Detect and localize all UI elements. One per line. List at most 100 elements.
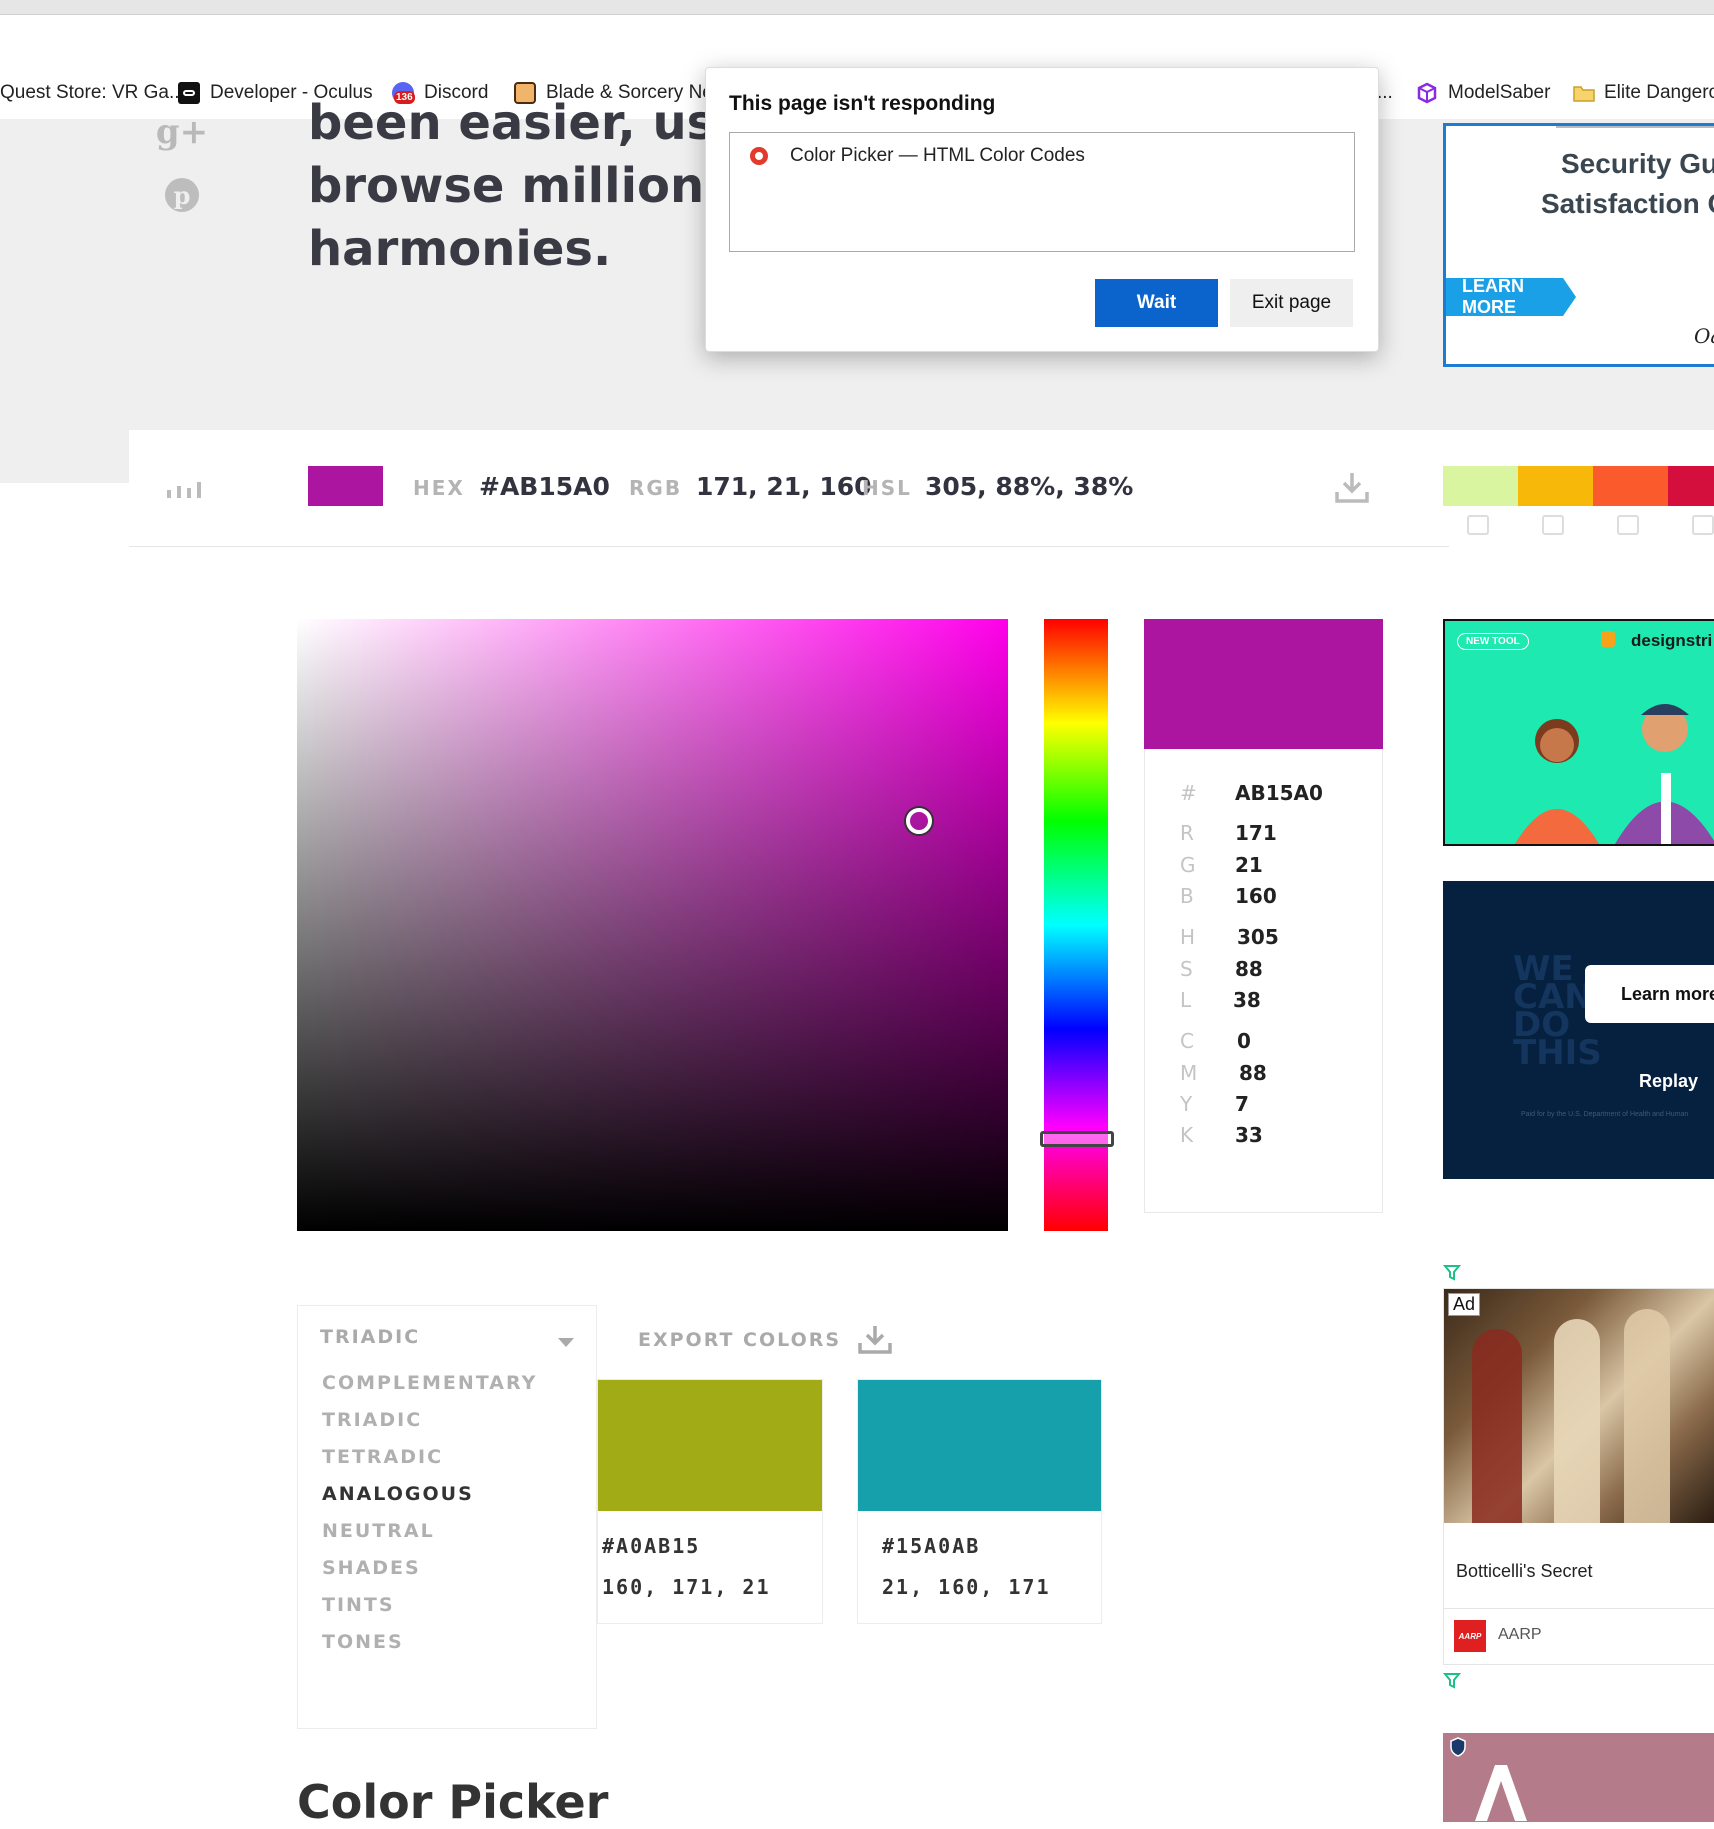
rgb-value[interactable]: 171, 21, 160 — [696, 472, 872, 501]
harmony-option[interactable]: SHADES — [322, 1557, 421, 1579]
page-unresponsive-dialog: This page isn't responding Color Picker … — [705, 67, 1379, 352]
ad-source: AARP — [1498, 1626, 1542, 1643]
color-value-key: L — [1180, 988, 1192, 1012]
color-value-key: G — [1180, 853, 1196, 877]
designstrip-logo-icon — [1601, 631, 1615, 647]
harmony-option[interactable]: TETRADIC — [322, 1446, 443, 1468]
harmony-option[interactable]: TONES — [322, 1631, 404, 1653]
current-color-swatch[interactable] — [308, 466, 383, 506]
lock-icon[interactable] — [1692, 515, 1714, 535]
download-icon[interactable] — [1334, 470, 1370, 504]
color-value-number[interactable]: 88 — [1239, 1061, 1267, 1085]
lock-icon[interactable] — [1542, 515, 1564, 535]
color-value-key: Y — [1180, 1092, 1193, 1116]
ad-headline: Satisfaction Gu — [1541, 188, 1714, 219]
harmony-swatch-rgb: 160, 171, 21 — [602, 1575, 771, 1599]
color-value-row: S 88 — [1145, 957, 1382, 987]
harmony-selected[interactable]: TRIADIC — [320, 1326, 420, 1348]
pinterest-icon[interactable]: p — [162, 175, 202, 215]
ad-we-can-do-this[interactable]: WE CAN DO THIS vaccines Learn more Repla… — [1443, 881, 1714, 1179]
harmony-option[interactable]: ANALOGOUS — [322, 1483, 474, 1505]
color-value-number[interactable]: 33 — [1235, 1123, 1263, 1147]
folder-icon — [1572, 82, 1595, 104]
bookmark-label: ... — [1377, 82, 1393, 103]
palette-color[interactable] — [1443, 466, 1518, 506]
palette-color[interactable] — [1668, 466, 1714, 506]
color-picker-handle[interactable] — [906, 808, 932, 834]
google-plus-icon[interactable]: g+ — [156, 112, 208, 152]
ad-image — [1444, 1289, 1714, 1523]
harmony-option[interactable]: NEUTRAL — [322, 1520, 435, 1542]
ad-botticelli[interactable]: Ad Botticelli's Secret AARP AARP — [1443, 1288, 1714, 1665]
hex-label: HEX — [413, 476, 465, 500]
color-value-key: K — [1180, 1123, 1194, 1147]
color-value-number[interactable]: 88 — [1235, 957, 1263, 981]
harmony-swatch-card[interactable]: #A0AB15 160, 171, 21 — [597, 1379, 823, 1624]
color-value-number[interactable]: 160 — [1235, 884, 1277, 908]
wait-button[interactable]: Wait — [1095, 279, 1218, 327]
svg-text:p: p — [174, 181, 191, 210]
palette-color[interactable] — [1518, 466, 1593, 506]
color-values-panel: # AB15A0 R 171 G 21 B 160 H 305 S 88 L 38 C 0 M 88 Y 7 K 33 — [1144, 749, 1383, 1213]
bookmark-ellipsis[interactable]: ... — [1377, 67, 1393, 119]
harmony-dropdown[interactable]: TRIADIC COMPLEMENTARY TRIADIC TETRADIC ANAL… — [297, 1305, 597, 1729]
palette-strip[interactable] — [1443, 466, 1714, 506]
ad-divider — [1556, 126, 1714, 128]
color-value-row: # AB15A0 — [1145, 781, 1382, 811]
ad-replay-button[interactable]: Replay — [1639, 1071, 1698, 1092]
harmony-swatch-hex: #A0AB15 — [602, 1534, 701, 1558]
color-value-row: C0 — [1145, 1029, 1382, 1059]
unresponsive-page-item[interactable]: Color Picker — HTML Color Codes — [790, 145, 1085, 167]
harmony-swatch[interactable] — [858, 1380, 1101, 1511]
color-value-row: R 171 — [1145, 821, 1382, 851]
browser-tabstrip — [0, 0, 1714, 15]
bookmark-elite-dangerous[interactable]: Elite Dangero — [1572, 67, 1714, 119]
hue-slider-handle[interactable] — [1040, 1131, 1114, 1147]
color-value-key: S — [1180, 957, 1193, 981]
bookmark-modelsaber[interactable]: ModelSaber — [1416, 67, 1550, 119]
color-info-bar: HEX #AB15A0 RGB 171, 21, 160 HSL 305, 88… — [129, 430, 1449, 547]
hsl-value[interactable]: 305, 88%, 38% — [925, 472, 1133, 501]
harmony-option[interactable]: TRIADIC — [322, 1409, 422, 1431]
ad-learn-more-button[interactable]: Learn more — [1585, 965, 1714, 1023]
ad-headline: Security Guar — [1561, 148, 1714, 179]
dialog-title: This page isn't responding — [729, 92, 996, 115]
color-value-row: K 33 — [1145, 1123, 1382, 1153]
saturation-value-area[interactable] — [297, 619, 1008, 1231]
ad-headline: Botticelli's Secret — [1456, 1561, 1593, 1581]
palette-color[interactable] — [1593, 466, 1668, 506]
ad-adobe[interactable] — [1443, 1733, 1714, 1822]
color-value-number[interactable]: 0 — [1237, 1029, 1251, 1053]
bars-icon[interactable] — [165, 478, 205, 500]
color-value-number[interactable]: 38 — [1233, 988, 1261, 1012]
shield-icon — [1449, 1737, 1467, 1757]
lock-icon[interactable] — [1617, 515, 1639, 535]
adchoices-icon[interactable] — [1442, 1672, 1462, 1690]
color-value-key: R — [1180, 821, 1194, 845]
ad-badge: NEW TOOL — [1457, 633, 1529, 650]
hsl-label: HSL — [862, 476, 912, 500]
color-value-row: L 38 — [1145, 988, 1382, 1018]
harmony-option[interactable]: TINTS — [322, 1594, 395, 1616]
color-value-number[interactable]: AB15A0 — [1235, 781, 1323, 805]
ad-designstrip[interactable]: NEW TOOL designstri — [1443, 619, 1714, 846]
harmony-swatch[interactable] — [598, 1380, 822, 1511]
color-value-number[interactable]: 305 — [1237, 925, 1279, 949]
harmony-option[interactable]: COMPLEMENTARY — [322, 1372, 537, 1394]
ad-learn-more-button[interactable]: LEARN MORE — [1446, 278, 1576, 316]
export-colors-button[interactable]: EXPORT COLORS — [638, 1324, 893, 1356]
ad-security-guarantee[interactable]: Security Guar Satisfaction Gu LEARN MORE… — [1443, 123, 1714, 367]
export-colors-label: EXPORT COLORS — [638, 1329, 842, 1351]
adchoices-icon[interactable] — [1442, 1264, 1462, 1282]
color-value-number[interactable]: 21 — [1235, 853, 1263, 877]
chevron-down-icon[interactable] — [558, 1338, 574, 1347]
harmony-swatch-rgb: 21, 160, 171 — [882, 1575, 1051, 1599]
hex-value[interactable]: #AB15A0 — [479, 472, 610, 501]
aarp-logo-icon: AARP — [1454, 1620, 1486, 1652]
color-value-number[interactable]: 7 — [1235, 1092, 1249, 1116]
exit-page-button[interactable]: Exit page — [1230, 279, 1353, 327]
unresponsive-pages-list: Color Picker — HTML Color Codes — [729, 132, 1355, 252]
lock-icon[interactable] — [1467, 515, 1489, 535]
harmony-swatch-card[interactable]: #15A0AB 21, 160, 171 — [857, 1379, 1102, 1624]
color-value-number[interactable]: 171 — [1235, 821, 1277, 845]
